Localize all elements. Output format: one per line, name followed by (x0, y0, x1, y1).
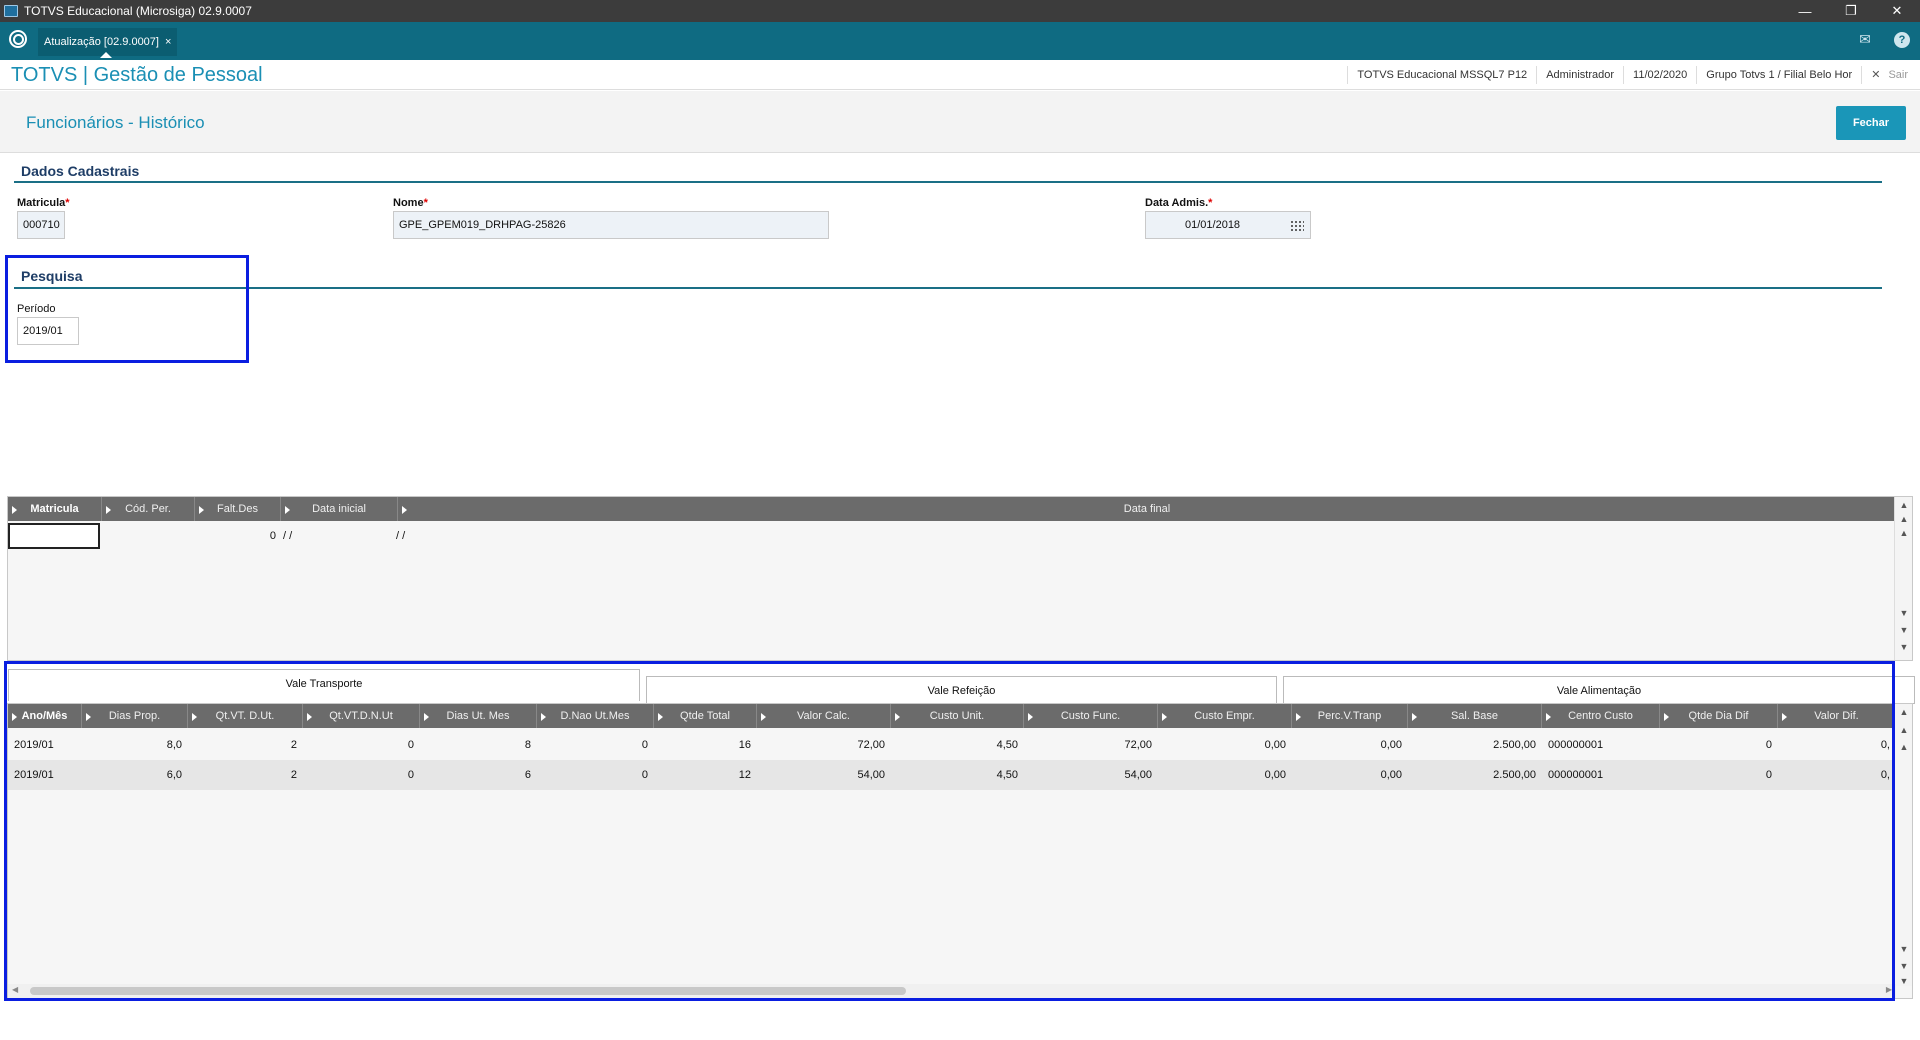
col-header[interactable]: Data inicial (281, 497, 398, 521)
close-icon: ✕ (1871, 69, 1881, 81)
user-label: Administrador (1536, 66, 1623, 84)
matricula-field[interactable]: 000710 (17, 211, 65, 239)
tab-label: Atualização [02.9.0007] (44, 36, 159, 48)
calendar-icon[interactable] (1290, 220, 1304, 231)
falt-des-cell: 0 (269, 530, 276, 542)
window-titlebar: TOTVS Educacional (Microsiga) 02.9.0007 … (0, 0, 1920, 22)
highlight-box-benefits (4, 661, 1895, 1001)
upper-grid: Matricula Cód. Per. Falt.Des Data inicia… (7, 496, 1913, 661)
highlight-box-pesquisa (5, 255, 249, 363)
upper-grid-header: Matricula Cód. Per. Falt.Des Data inicia… (8, 497, 1896, 521)
home-icon[interactable] (9, 30, 27, 48)
minimize-button[interactable]: — (1782, 0, 1828, 22)
data-inicial-cell: / / (283, 530, 293, 542)
scroll-pageup-icon[interactable]: ▲ (1895, 514, 1913, 524)
tab-close-icon[interactable]: × (165, 36, 171, 48)
scroll-top-icon[interactable]: ▲ (1895, 500, 1913, 510)
section-dados-cadastrais: Dados Cadastrais (21, 163, 140, 179)
close-button[interactable]: Fechar (1836, 106, 1906, 140)
nome-label: Nome* (393, 197, 428, 209)
brand-title: TOTVS | Gestão de Pessoal (11, 64, 263, 86)
scroll-pageup-icon[interactable]: ▲ (1895, 725, 1913, 735)
data-admis-label: Data Admis.* (1145, 197, 1213, 209)
app-header: TOTVS | Gestão de Pessoal TOTVS Educacio… (0, 60, 1920, 90)
cod-per-cell (100, 523, 193, 549)
close-window-button[interactable]: ✕ (1874, 0, 1920, 22)
upper-grid-vscroll[interactable]: ▲ ▲ ▲ ▼ ▼ ▼ (1894, 497, 1912, 660)
scroll-down-icon[interactable]: ▼ (1895, 608, 1913, 618)
page-heading: Funcionários - Histórico Fechar (0, 91, 1920, 153)
company-label: Grupo Totvs 1 / Filial Belo Hor (1696, 66, 1861, 84)
scroll-up-icon[interactable]: ▲ (1895, 528, 1913, 538)
scroll-top-icon[interactable]: ▲ (1895, 707, 1913, 717)
matricula-cell[interactable] (8, 523, 100, 549)
scroll-bottom-icon[interactable]: ▼ (1895, 642, 1913, 652)
window-title: TOTVS Educacional (Microsiga) 02.9.0007 (24, 4, 252, 18)
data-final-cell: / / (396, 530, 406, 542)
table-row[interactable]: 0 / / / / (8, 523, 596, 549)
active-tab-caret (100, 52, 112, 58)
col-header[interactable]: Cód. Per. (102, 497, 195, 521)
tab-atualizacao[interactable]: Atualização [02.9.0007] × (38, 28, 178, 58)
nome-field[interactable]: GPE_GPEM019_DRHPAG-25826 (393, 211, 829, 239)
col-header[interactable]: Falt.Des (195, 497, 281, 521)
matricula-label: Matricula* (17, 197, 70, 209)
col-header[interactable]: Data final (398, 497, 1896, 521)
app-tabbar: Atualização [02.9.0007] × ✉ ? (0, 22, 1920, 60)
col-header[interactable]: Matricula (8, 497, 102, 521)
session-info: TOTVS Educacional MSSQL7 P12 Administrad… (1347, 60, 1920, 90)
window-controls: — ❐ ✕ (1782, 0, 1920, 22)
scroll-pagedown-icon[interactable]: ▼ (1895, 625, 1913, 635)
page-title: Funcionários - Histórico (26, 113, 205, 132)
app-icon (4, 5, 18, 17)
database-label: TOTVS Educacional MSSQL7 P12 (1347, 66, 1536, 84)
help-icon[interactable]: ? (1894, 32, 1910, 48)
date-label: 11/02/2020 (1623, 66, 1696, 84)
scroll-down-icon[interactable]: ▼ (1895, 944, 1913, 954)
data-admis-value: 01/01/2018 (1185, 219, 1241, 231)
restore-button[interactable]: ❐ (1828, 0, 1874, 22)
data-admis-field[interactable]: 01/01/2018 (1145, 211, 1311, 239)
section-divider (14, 181, 1882, 183)
scroll-pagedown-icon[interactable]: ▼ (1895, 961, 1913, 971)
lower-grid-vscroll[interactable]: ▲ ▲ ▲ ▼ ▼ ▼ (1894, 704, 1912, 986)
exit-button[interactable]: ✕ Sair (1861, 66, 1920, 84)
scroll-bottom-icon[interactable]: ▼ (1895, 976, 1913, 986)
mail-icon[interactable]: ✉ (1856, 30, 1874, 48)
scroll-up-icon[interactable]: ▲ (1895, 742, 1913, 752)
exit-label: Sair (1888, 69, 1908, 81)
section-divider (14, 287, 1882, 289)
